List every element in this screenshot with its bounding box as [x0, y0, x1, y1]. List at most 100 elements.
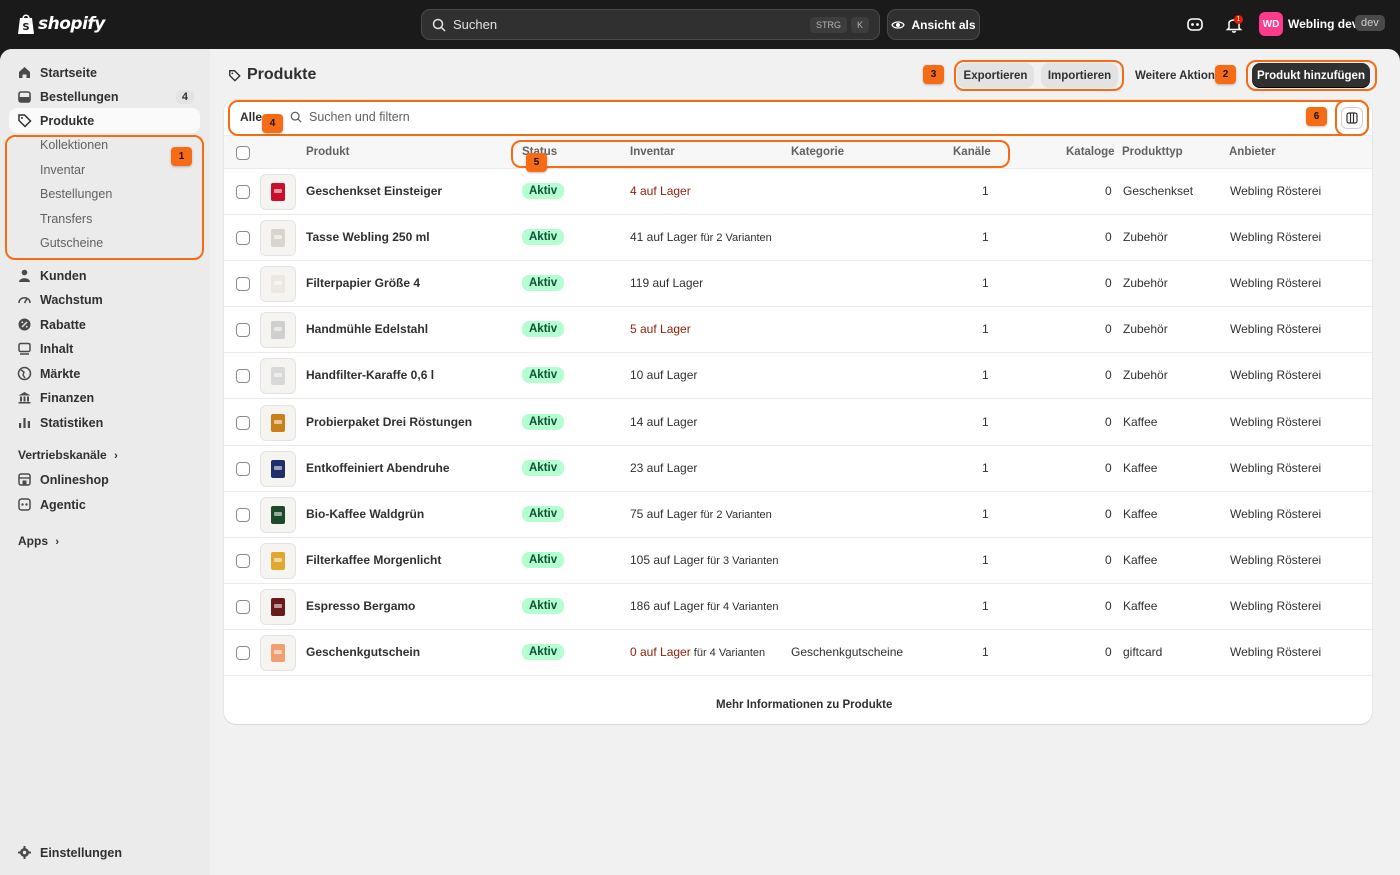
product-image-icon — [271, 275, 285, 294]
sidebar-item-online-store[interactable]: Onlineshop — [9, 467, 200, 492]
tab-all[interactable]: Alle — [240, 110, 262, 124]
sidebar-item-orders[interactable]: Bestellungen 4 — [9, 84, 200, 109]
bank-icon — [18, 392, 31, 404]
annotation-tag: 3 — [923, 65, 944, 84]
row-checkbox[interactable] — [236, 323, 250, 338]
sidebar-subitem-purchase-orders[interactable]: Bestellungen — [31, 183, 112, 205]
table-row[interactable]: Entkoffeiniert Abendruhe Aktiv 23 auf Lage… — [224, 446, 1372, 492]
product-image-icon — [271, 229, 285, 248]
search-icon — [432, 18, 446, 32]
table-row[interactable]: Tasse Webling 250 ml Aktiv 41 auf Lager fü… — [224, 215, 1372, 262]
row-checkbox[interactable] — [236, 553, 250, 568]
row-checkbox[interactable] — [236, 507, 250, 522]
export-button[interactable]: Exportieren — [957, 63, 1034, 88]
table-row[interactable]: Filterkaffee Morgenlicht Aktiv 105 auf Lag… — [224, 538, 1372, 584]
product-name-link[interactable]: Geschenkgutschein — [306, 645, 420, 659]
header-product[interactable]: Produkt — [306, 146, 349, 158]
row-checkbox[interactable] — [236, 231, 250, 246]
sidebar-item-label: Agentic — [40, 497, 86, 512]
product-type-cell: Zubehör — [1123, 368, 1168, 383]
product-name-link[interactable]: Espresso Bergamo — [306, 599, 415, 613]
product-name-link[interactable]: Geschenkset Einsteiger — [306, 184, 442, 198]
sales-channels-heading[interactable]: Vertriebskanäle › — [18, 448, 118, 462]
product-image-icon — [271, 551, 285, 570]
product-name-link[interactable]: Entkoffeiniert Abendruhe — [306, 461, 450, 475]
columns-button[interactable] — [1341, 107, 1363, 129]
row-checkbox[interactable] — [236, 185, 250, 199]
table-row[interactable]: Geschenkset Einsteiger Aktiv 4 auf Lager 1 0… — [224, 169, 1372, 215]
add-product-button[interactable]: Produkt hinzufügen — [1252, 63, 1370, 88]
sidebar-item-analytics[interactable]: Statistiken — [9, 410, 200, 435]
sidebar-subitem-collections[interactable]: Kollektionen — [31, 134, 108, 156]
more-actions-button[interactable]: Weitere Aktionen — [1128, 63, 1220, 88]
sidebar-subitem-transfers[interactable]: Transfers — [31, 208, 92, 230]
sidebar-item-finances[interactable]: Finanzen — [9, 385, 200, 410]
learn-more-link[interactable]: Mehr Informationen zu Produkte — [716, 699, 892, 711]
inventory-cell: 186 auf Lager für 4 Varianten — [630, 599, 778, 613]
row-checkbox[interactable] — [236, 369, 250, 384]
sidebar-subitem-inventory[interactable]: Inventar — [31, 159, 85, 181]
sidebar-item-agentic[interactable]: Agentic — [9, 492, 200, 517]
apps-heading[interactable]: Apps › — [18, 534, 59, 548]
table-row[interactable]: Espresso Bergamo Aktiv 186 auf Lager für 4… — [224, 584, 1372, 630]
inventory-variants: für 3 Varianten — [704, 554, 779, 567]
select-all-checkbox[interactable] — [236, 146, 250, 160]
sales-channels-label: Vertriebskanäle — [18, 448, 107, 462]
table-row[interactable]: Filterpapier Größe 4 Aktiv 119 auf Lager 1 0… — [224, 261, 1372, 308]
inventory-cell: 5 auf Lager — [630, 322, 691, 336]
view-as-button[interactable]: Ansicht als — [887, 9, 980, 40]
sidebar-item-customers[interactable]: Kunden — [9, 263, 200, 288]
row-checkbox[interactable] — [236, 599, 250, 614]
table-row[interactable]: Probierpaket Drei Röstungen Aktiv 14 auf L… — [224, 400, 1372, 446]
table-row[interactable]: Handfilter-Karaffe 0,6 l Aktiv 10 auf Lage… — [224, 353, 1372, 400]
product-name-link[interactable]: Handmühle Edelstahl — [306, 322, 428, 336]
sidebar-item-growth[interactable]: Wachstum — [9, 287, 200, 312]
avatar[interactable]: WD — [1259, 12, 1283, 36]
inventory-cell: 10 auf Lager — [630, 368, 697, 382]
product-thumbnail — [260, 404, 296, 441]
product-image-icon — [271, 183, 285, 201]
more-actions-label: Weitere Aktionen — [1135, 69, 1220, 82]
import-button[interactable]: Importieren — [1041, 63, 1118, 88]
status-badge: Aktiv — [522, 229, 565, 246]
shopify-logo[interactable]: S shopify — [17, 13, 105, 35]
vendor-cell: Webling Rösterei — [1230, 460, 1322, 475]
vendor-cell: Webling Rösterei — [1230, 506, 1322, 521]
row-checkbox[interactable] — [236, 277, 250, 292]
store-name[interactable]: Webling dev — [1288, 17, 1358, 31]
product-image-icon — [271, 321, 285, 340]
row-checkbox[interactable] — [236, 415, 250, 430]
product-name-link[interactable]: Filterkaffee Morgenlicht — [306, 553, 441, 567]
header-inventory[interactable]: Inventar — [630, 146, 675, 158]
header-catalogs[interactable]: Kataloge — [1066, 146, 1115, 158]
product-name-link[interactable]: Tasse Webling 250 ml — [306, 230, 430, 244]
header-product-type[interactable]: Produkttyp — [1122, 146, 1183, 158]
table-row[interactable]: Handmühle Edelstahl Aktiv 5 auf Lager 1 0 Zub… — [224, 307, 1372, 354]
sidebar-item-content[interactable]: Inhalt — [9, 336, 200, 361]
product-name-link[interactable]: Bio-Kaffee Waldgrün — [306, 507, 424, 521]
sidebar-subitem-gift-cards[interactable]: Gutscheine — [31, 232, 103, 254]
sidekick-icon[interactable] — [1185, 14, 1205, 34]
sidebar-item-home[interactable]: Startseite — [9, 60, 200, 85]
inventory-cell: 14 auf Lager — [630, 415, 697, 429]
product-image-icon — [271, 505, 285, 524]
row-checkbox[interactable] — [236, 461, 250, 476]
global-search[interactable]: Suchen STRG K — [421, 9, 880, 40]
sidebar-item-markets[interactable]: Märkte — [9, 361, 200, 386]
sidebar-item-settings[interactable]: Einstellungen — [9, 840, 200, 865]
home-icon — [19, 67, 30, 78]
product-name-link[interactable]: Probierpaket Drei Röstungen — [306, 415, 472, 429]
header-vendor[interactable]: Anbieter — [1229, 146, 1276, 158]
channels-cell: 1 — [982, 368, 989, 383]
header-category[interactable]: Kategorie — [791, 146, 844, 158]
header-channels[interactable]: Kanäle — [953, 146, 991, 158]
row-checkbox[interactable] — [236, 646, 250, 660]
apps-label: Apps — [18, 534, 48, 548]
filter-search[interactable]: Suchen und filtern — [290, 110, 410, 124]
table-row[interactable]: Bio-Kaffee Waldgrün Aktiv 75 auf Lager für… — [224, 492, 1372, 538]
product-name-link[interactable]: Handfilter-Karaffe 0,6 l — [306, 368, 434, 382]
table-row[interactable]: Geschenkgutschein Aktiv 0 auf Lager für 4 … — [224, 630, 1372, 676]
product-name-link[interactable]: Filterpapier Größe 4 — [306, 276, 420, 290]
sidebar-item-discounts[interactable]: Rabatte — [9, 312, 200, 337]
sidebar-item-products[interactable]: Produkte — [9, 108, 200, 133]
